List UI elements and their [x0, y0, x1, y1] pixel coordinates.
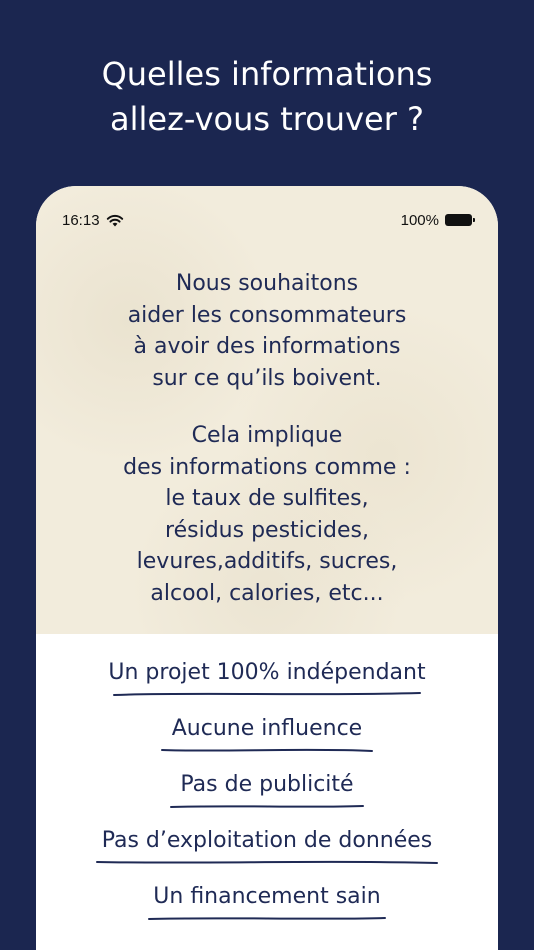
intro-line: aider les consommateurs	[127, 302, 407, 328]
status-bar: 16:13 100%	[62, 210, 475, 230]
paper-panel: 16:13 100% Nous souhaitons aider les con…	[36, 186, 498, 634]
details-line: alcool, calories, etc...	[150, 580, 384, 606]
headline: Quelles informations allez-vous trouver …	[0, 52, 534, 142]
claim-text: Pas d’exploitation de données	[101, 828, 433, 853]
details-paragraph: Cela implique des informations comme : l…	[36, 420, 498, 609]
claim-text: Un projet 100% indépendant	[108, 660, 426, 685]
details-line: levures,additifs, sucres,	[136, 549, 398, 574]
underline-stroke	[161, 748, 373, 752]
underline-stroke	[96, 860, 438, 864]
battery-icon	[445, 214, 475, 226]
claims-list: Un projet 100% indépendant Aucune influe…	[36, 658, 498, 938]
underline-stroke	[148, 917, 386, 920]
status-time: 16:13	[62, 211, 100, 229]
details-line: des informations comme :	[123, 454, 411, 480]
headline-line-1: Quelles informations	[101, 55, 433, 93]
claim-item: Aucune influence	[36, 714, 498, 770]
underline-stroke	[113, 692, 421, 696]
intro-paragraph: Nous souhaitons aider les consommateurs …	[36, 268, 498, 394]
intro-line: sur ce qu’ils boivent.	[152, 365, 382, 391]
claim-item: Pas d’exploitation de données	[36, 826, 498, 882]
claim-text: Pas de publicité	[180, 772, 354, 797]
intro-line: à avoir des informations	[133, 334, 401, 359]
details-line: résidus pesticides,	[165, 517, 369, 543]
claim-text: Aucune influence	[171, 716, 363, 741]
claim-item: Un financement sain	[36, 882, 498, 938]
intro-line: Nous souhaitons	[175, 271, 359, 296]
headline-line-2: allez-vous trouver ?	[110, 100, 424, 138]
claim-item: Un projet 100% indépendant	[36, 658, 498, 714]
details-line: le taux de sulfites,	[165, 486, 369, 511]
wifi-icon	[106, 214, 123, 226]
details-line: Cela implique	[191, 423, 343, 448]
screenshot-stage: Quelles informations allez-vous trouver …	[0, 0, 534, 950]
underline-stroke	[170, 805, 364, 808]
battery-percent: 100%	[400, 211, 439, 229]
claim-text: Un financement sain	[153, 884, 381, 909]
claim-item: Pas de publicité	[36, 770, 498, 826]
phone-mockup: 16:13 100% Nous souhaitons aider les con…	[36, 186, 498, 950]
